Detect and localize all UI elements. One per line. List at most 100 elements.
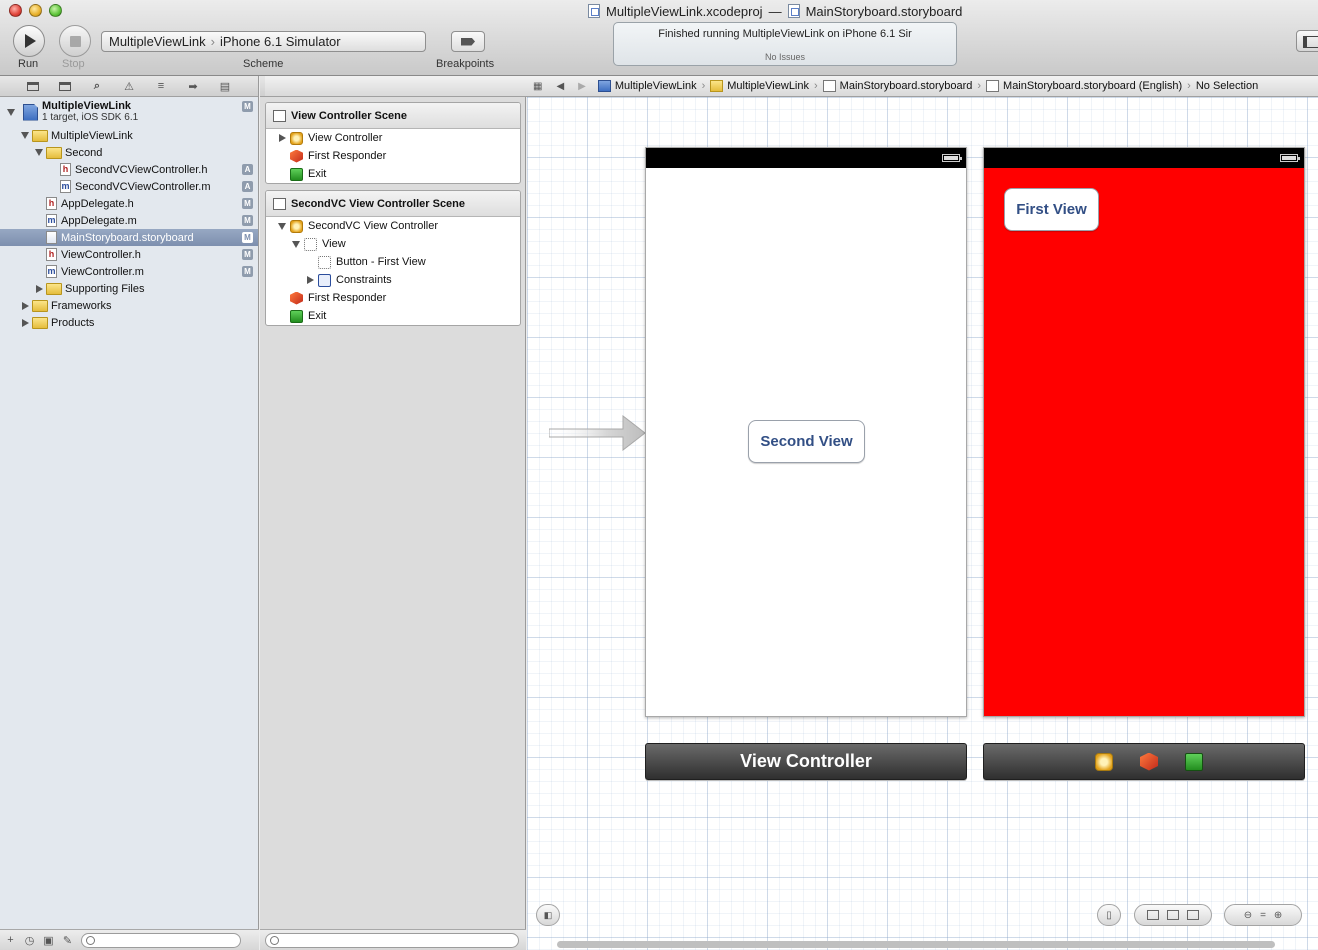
scheme-selector[interactable]: MultipleViewLink › iPhone 6.1 Simulator: [101, 31, 426, 52]
symbol-navigator-tab[interactable]: [56, 79, 74, 93]
disclosure-triangle[interactable]: [19, 301, 31, 310]
pin-icon[interactable]: [1167, 910, 1179, 920]
storyboard-file-icon: [986, 80, 1000, 92]
disclosure-triangle[interactable]: [19, 318, 31, 327]
file-tree-item[interactable]: MainStoryboard.storyboard M: [0, 229, 258, 246]
outline-item-label: Constraints: [336, 274, 392, 286]
editor-view-toggle-button[interactable]: [1296, 30, 1318, 52]
back-arrow-icon[interactable]: ◀: [556, 81, 564, 92]
exit-icon[interactable]: [1185, 752, 1203, 771]
outline-item[interactable]: Exit: [266, 165, 520, 183]
view-controller-scene[interactable]: Second View: [645, 147, 967, 717]
horizontal-scrollbar[interactable]: [557, 941, 1275, 948]
outline-jump-controls: [265, 76, 527, 97]
align-icon[interactable]: [1147, 910, 1159, 920]
file-tree-item[interactable]: MultipleViewLink: [0, 127, 258, 144]
scm-status-badge: M: [242, 266, 253, 277]
hierarchy-icon: [59, 81, 71, 91]
first-responder-icon[interactable]: [1140, 752, 1158, 771]
project-navigator-tab[interactable]: [24, 79, 42, 93]
folder-icon: [27, 81, 39, 91]
disclosure-triangle[interactable]: [276, 134, 288, 142]
view-controller-icon[interactable]: [1095, 752, 1113, 771]
outline-item[interactable]: View Controller: [266, 129, 520, 147]
zoom-out-icon[interactable]: ⊖: [1244, 910, 1252, 921]
first-view-button[interactable]: First View: [1004, 188, 1099, 231]
outline-item[interactable]: SecondVC View Controller: [266, 217, 520, 235]
outline-item[interactable]: Exit: [266, 307, 520, 325]
outline-item-label: First Responder: [308, 292, 387, 304]
file-tree-item[interactable]: m AppDelegate.m M: [0, 212, 258, 229]
issue-navigator-tab[interactable]: ⚠: [120, 79, 138, 93]
file-tree-item[interactable]: h ViewController.h M: [0, 246, 258, 263]
outline-item[interactable]: First Responder: [266, 289, 520, 307]
outline-scene-header[interactable]: View Controller Scene: [266, 103, 520, 129]
run-button[interactable]: [13, 25, 45, 57]
minimize-window-button[interactable]: [29, 4, 42, 17]
disclosure-triangle[interactable]: [5, 108, 17, 116]
disclosure-triangle[interactable]: [19, 132, 31, 139]
file-tree-item[interactable]: Supporting Files: [0, 280, 258, 297]
close-window-button[interactable]: [9, 4, 22, 17]
file-tree-item[interactable]: Frameworks: [0, 297, 258, 314]
secondvc-view-controller-scene[interactable]: First View: [983, 147, 1305, 717]
scheme-destination[interactable]: iPhone 6.1 Simulator: [220, 34, 341, 49]
jump-bar-item[interactable]: MultipleViewLink: [597, 80, 697, 92]
zoom-actual-icon[interactable]: =: [1260, 910, 1266, 921]
file-tree-item[interactable]: m SecondVCViewController.m A: [0, 178, 258, 195]
outline-item-label: View Controller: [308, 132, 383, 144]
disclosure-triangle[interactable]: [33, 284, 45, 293]
project-root-row[interactable]: MultipleViewLink 1 target, iOS SDK 6.1 M: [0, 97, 258, 127]
add-icon[interactable]: +: [5, 934, 16, 946]
secondvc-scene-dock[interactable]: [983, 743, 1305, 780]
second-view-button[interactable]: Second View: [748, 420, 865, 463]
outline-scene-header[interactable]: SecondVC View Controller Scene: [266, 191, 520, 217]
file-tree-item[interactable]: Second: [0, 144, 258, 161]
breakpoint-navigator-tab[interactable]: ➡: [184, 79, 202, 93]
disclosure-triangle[interactable]: [304, 276, 316, 284]
jump-bar-item[interactable]: MultipleViewLink: [710, 80, 809, 92]
zoom-window-button[interactable]: [49, 4, 62, 17]
outline-item[interactable]: View: [266, 235, 520, 253]
jump-bar-separator: ›: [1187, 80, 1191, 92]
view-controller-icon: [290, 131, 303, 145]
auto-layout-controls[interactable]: [1134, 904, 1212, 926]
file-tree-item[interactable]: h SecondVCViewController.h A: [0, 161, 258, 178]
file-tree-item-label: AppDelegate.m: [61, 214, 137, 227]
resolve-icon[interactable]: [1187, 910, 1199, 920]
storyboard-canvas[interactable]: Second View View Controller First View ◧…: [527, 97, 1318, 950]
outline-item[interactable]: Button - First View: [266, 253, 520, 271]
stop-button[interactable]: [59, 25, 91, 57]
outline-scene[interactable]: SecondVC View Controller Scene SecondVC V…: [265, 190, 521, 326]
jump-bar-item[interactable]: No Selection: [1196, 80, 1258, 92]
zoom-in-icon[interactable]: ⊕: [1274, 910, 1282, 921]
jump-bar-item[interactable]: MainStoryboard.storyboard (English): [986, 80, 1182, 92]
recent-files-icon[interactable]: ◷: [24, 934, 35, 947]
outline-scene[interactable]: View Controller Scene View Controller Firs…: [265, 102, 521, 184]
zoom-controls[interactable]: ⊖ = ⊕: [1224, 904, 1302, 926]
file-tree-item[interactable]: m ViewController.m M: [0, 263, 258, 280]
log-navigator-tab[interactable]: ▤: [216, 79, 234, 93]
edited-filter-icon[interactable]: ✎: [62, 934, 73, 947]
view-controller-scene-dock[interactable]: View Controller: [645, 743, 967, 780]
file-tree-item[interactable]: Products: [0, 314, 258, 331]
scm-filter-icon[interactable]: ▣: [43, 934, 54, 947]
outline-filter-field[interactable]: [265, 932, 519, 948]
outline-item[interactable]: Constraints: [266, 271, 520, 289]
jump-bar-item[interactable]: MainStoryboard.storyboard: [822, 80, 972, 92]
forward-arrow-icon[interactable]: ▶: [578, 81, 586, 92]
simulated-metrics-button[interactable]: ▯: [1097, 904, 1121, 926]
disclosure-triangle[interactable]: [276, 222, 288, 230]
toggle-outline-button[interactable]: ◧: [536, 904, 560, 926]
breakpoints-button[interactable]: [451, 31, 485, 52]
outline-item-label: Button - First View: [336, 256, 426, 268]
outline-item[interactable]: First Responder: [266, 147, 520, 165]
related-files-icon[interactable]: ▦: [533, 81, 542, 92]
navigator-filter-bar: + ◷ ▣ ✎: [0, 929, 259, 950]
file-tree-item[interactable]: h AppDelegate.h M: [0, 195, 258, 212]
navigator-filter-field[interactable]: [81, 932, 241, 948]
debug-navigator-tab[interactable]: ≡: [152, 79, 170, 93]
disclosure-triangle[interactable]: [33, 149, 45, 156]
disclosure-triangle[interactable]: [290, 240, 302, 248]
search-navigator-tab[interactable]: ⌕: [88, 79, 106, 93]
